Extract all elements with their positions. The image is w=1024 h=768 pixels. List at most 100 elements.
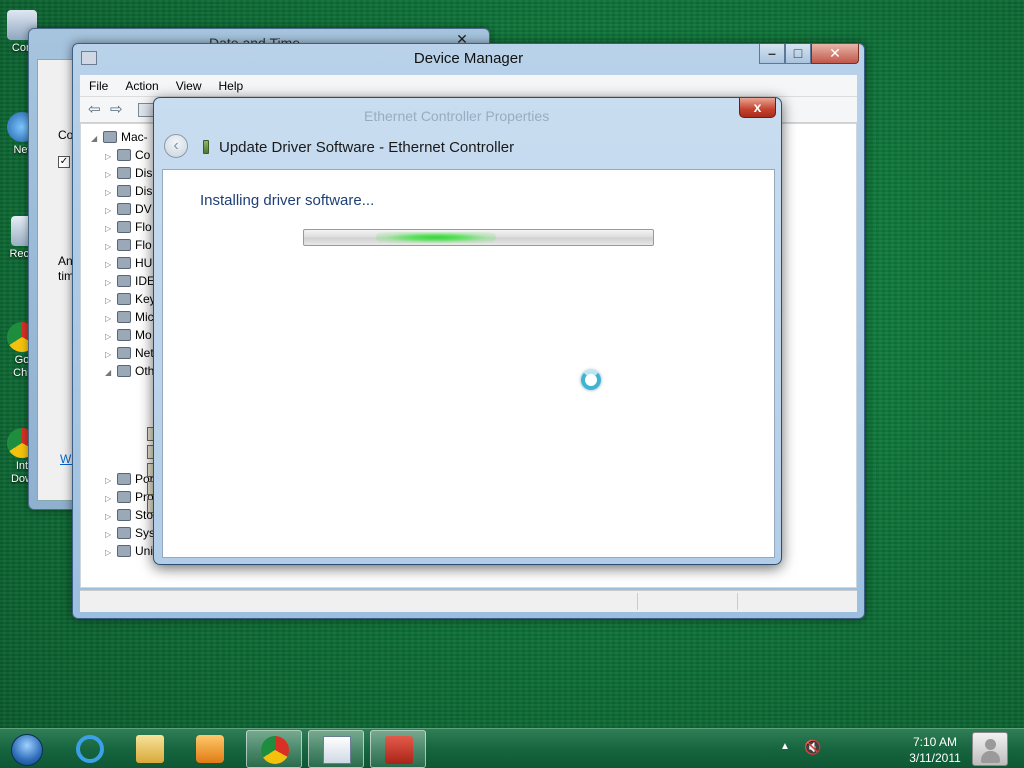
device-category-icon <box>117 365 131 377</box>
user-body-shape <box>981 751 1000 763</box>
tree-category-label: DV <box>135 202 152 216</box>
window-title: Device Manager <box>413 50 524 67</box>
tree-category-label: Mic <box>135 310 154 324</box>
taskbar-date-time[interactable] <box>308 730 364 768</box>
windows-logo-icon <box>11 734 43 766</box>
status-bar <box>80 590 857 612</box>
tree-category-label: Oth <box>135 364 155 378</box>
device-category-icon <box>117 527 131 539</box>
tree-category-label: Sys <box>135 526 156 540</box>
tree-category[interactable]: ▷ Key <box>105 290 156 308</box>
busy-spinner-icon <box>581 370 601 390</box>
device-category-icon <box>117 545 131 557</box>
tree-category[interactable]: ▷ Uni <box>105 542 153 560</box>
tree-category-label: HU <box>135 256 153 270</box>
internet-explorer-icon <box>76 735 104 763</box>
collapse-arrow-icon[interactable]: ◢ <box>105 364 114 382</box>
dialog-title: Update Driver Software - Ethernet Contro… <box>219 139 515 156</box>
device-category-icon <box>117 311 131 323</box>
media-player-icon <box>196 735 224 763</box>
tree-category[interactable]: ▷ Flo <box>105 236 152 254</box>
calendar-clock-icon <box>323 736 351 764</box>
tree-category[interactable]: ▷ IDE <box>105 272 155 290</box>
install-status-text: Installing driver software... <box>200 192 375 209</box>
device-category-icon <box>117 473 131 485</box>
tree-category-label: Co <box>135 148 151 162</box>
tree-category-label: Flo <box>135 238 152 252</box>
close-button[interactable]: ✕ <box>811 44 859 64</box>
tree-category[interactable]: ▷ Dis <box>105 182 152 200</box>
tree-category-label: Uni <box>135 544 154 558</box>
device-category-icon <box>117 239 131 251</box>
properties-icon[interactable] <box>138 103 154 117</box>
taskbar-internet-explorer[interactable] <box>62 730 118 768</box>
tree-root[interactable]: ◢ Mac- <box>91 128 148 146</box>
tree-category[interactable]: ▷ Dis <box>105 164 152 182</box>
taskbar: ▲ 🔇 7:10 AM 3/11/2011 <box>0 728 1024 768</box>
folder-icon <box>136 735 164 763</box>
close-button[interactable]: x <box>739 98 776 118</box>
back-button[interactable]: ‹ <box>164 134 188 158</box>
forward-arrow-icon[interactable]: ⇨ <box>110 102 128 118</box>
progress-marquee <box>376 232 496 243</box>
background-window-title: Ethernet Controller Properties <box>364 108 550 124</box>
device-category-icon <box>117 221 131 233</box>
device-category-icon <box>117 491 131 503</box>
maximize-button[interactable]: □ <box>785 44 811 64</box>
device-category-icon <box>117 329 131 341</box>
device-category-icon <box>117 509 131 521</box>
tree-category[interactable]: ▷ Co <box>105 146 150 164</box>
tree-category[interactable]: ◢ Oth <box>105 362 154 380</box>
device-category-icon <box>117 257 131 269</box>
back-arrow-icon[interactable]: ⇦ <box>88 102 106 118</box>
tree-category-label: Flo <box>135 220 152 234</box>
menu-file[interactable]: File <box>80 75 116 93</box>
tree-category[interactable]: ▷ Mo <box>105 326 152 344</box>
device-category-icon <box>117 203 131 215</box>
tree-category[interactable]: ▷ Net <box>105 344 154 362</box>
tree-category-label: Dis <box>135 184 153 198</box>
user-account-icon[interactable] <box>972 732 1008 766</box>
taskbar-chrome[interactable] <box>246 730 302 768</box>
device-category-icon <box>117 293 131 305</box>
tree-category[interactable]: ▷ HU <box>105 254 152 272</box>
tree-category[interactable]: ▷ DV <box>105 200 152 218</box>
tree-category-label: Dis <box>135 166 153 180</box>
device-category-icon <box>117 167 131 179</box>
collapse-arrow-icon[interactable]: ◢ <box>91 130 100 148</box>
update-driver-dialog[interactable]: Ethernet Controller Properties x ‹ Updat… <box>153 97 782 565</box>
minimize-button[interactable]: – <box>759 44 785 64</box>
tree-category-label: Net <box>135 346 154 360</box>
tree-category-label: Mo <box>135 328 152 342</box>
clock-time[interactable]: 7:10 AM <box>900 735 970 749</box>
device-category-icon <box>117 275 131 287</box>
menu-help[interactable]: Help <box>210 75 252 93</box>
computer-icon <box>103 131 117 143</box>
device-category-icon <box>117 185 131 197</box>
menu-bar: File Action View Help <box>80 75 857 97</box>
menu-action[interactable]: Action <box>116 75 166 93</box>
clock-date[interactable]: 3/11/2011 <box>900 751 970 765</box>
tree-category[interactable]: ▷ Flo <box>105 218 152 236</box>
dialog-body: Installing driver software... <box>162 169 775 558</box>
tree-category[interactable]: ▷ Mic <box>105 308 154 326</box>
tree-category[interactable]: ▷ Sto <box>105 506 153 524</box>
device-category-icon <box>117 347 131 359</box>
network-adapter-icon <box>203 140 209 154</box>
toolbox-icon <box>385 736 413 764</box>
status-divider <box>737 593 738 610</box>
show-hidden-icons-icon[interactable]: ▲ <box>780 741 790 752</box>
menu-view[interactable]: View <box>167 75 210 93</box>
taskbar-device-manager[interactable] <box>370 730 426 768</box>
checkbox[interactable]: ✓ <box>58 156 70 168</box>
expand-arrow-icon[interactable]: ▷ <box>105 544 114 562</box>
volume-muted-icon[interactable]: 🔇 <box>804 739 822 757</box>
start-button[interactable] <box>4 730 48 768</box>
user-head-shape <box>985 739 996 750</box>
taskbar-media-player[interactable] <box>182 730 238 768</box>
install-progress-bar <box>303 229 654 246</box>
tree-category[interactable]: ▷ Sys <box>105 524 155 542</box>
chrome-icon <box>261 736 289 764</box>
taskbar-file-explorer[interactable] <box>122 730 178 768</box>
tree-root-label: Mac- <box>121 130 148 144</box>
